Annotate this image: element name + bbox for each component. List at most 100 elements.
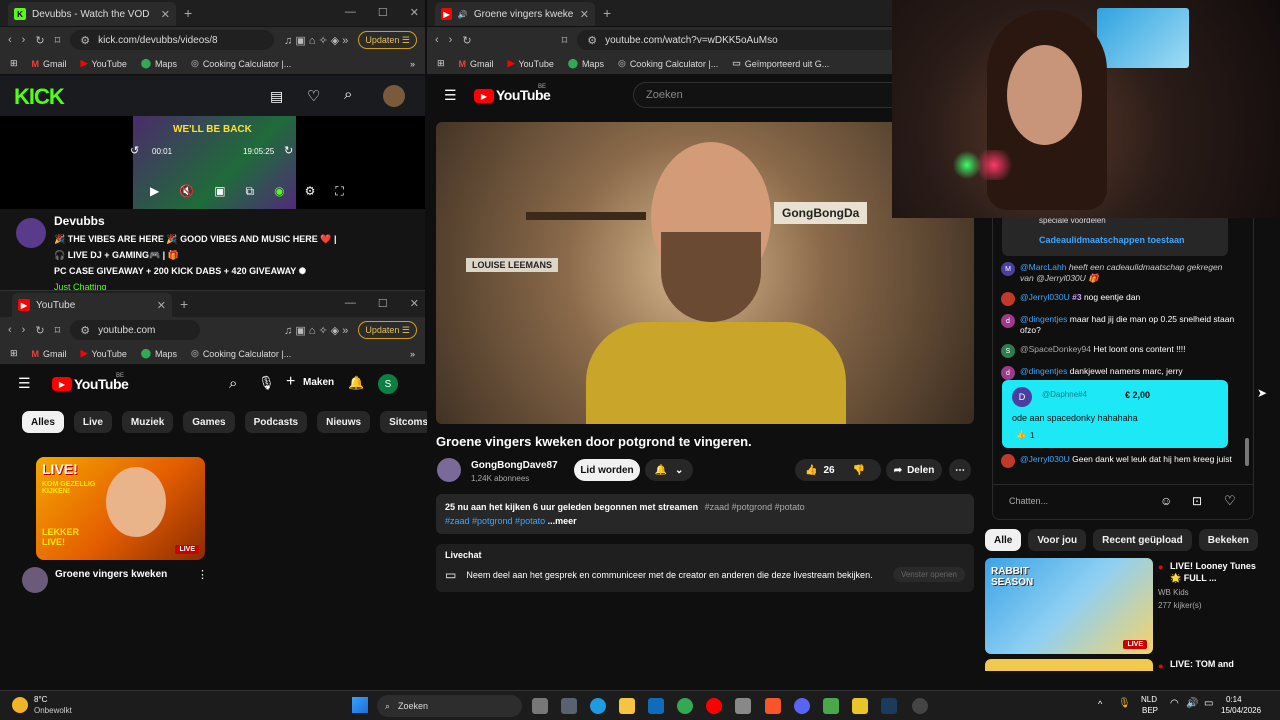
youtube-logo-icon[interactable]: ▶ <box>52 377 72 391</box>
obs-icon[interactable] <box>912 698 928 714</box>
discord-icon[interactable] <box>794 698 810 714</box>
kick-logo[interactable]: KICK <box>14 84 65 110</box>
forward-icon[interactable]: › <box>449 34 453 46</box>
yt-main-tab[interactable]: ▶ 🔊 Groene vingers kweken door ✕ <box>435 2 595 26</box>
superchat-like-icon[interactable]: 👍 <box>1016 430 1026 439</box>
create-label[interactable]: Maken <box>303 377 334 388</box>
kick-video-player[interactable]: WE'LL BE BACK ↺ 00:01 19:05:25 ↻ ▶ 🔇 ▣ ⧉… <box>0 116 425 209</box>
open-window-button[interactable]: Venster openen <box>892 567 965 582</box>
bookmark-icon[interactable]: ⌑ <box>55 34 61 47</box>
dislike-icon[interactable]: 👎 <box>853 465 865 476</box>
forward-icon[interactable]: › <box>22 34 26 46</box>
maximize-icon[interactable]: ☐ <box>378 6 388 19</box>
youtube-app-icon[interactable] <box>706 698 722 714</box>
menu-icon[interactable]: ☰ <box>18 375 31 392</box>
calculator-icon[interactable] <box>735 698 751 714</box>
desc-more[interactable]: ...meer <box>548 516 577 526</box>
chat-scrollbar[interactable] <box>1245 438 1249 466</box>
chip-podcasts[interactable]: Podcasts <box>244 411 308 433</box>
emoji-icon[interactable]: ☺ <box>1160 494 1172 508</box>
steam-icon[interactable] <box>881 698 897 714</box>
weather-desc[interactable]: Onbewolkt <box>34 706 72 715</box>
chrome-icon[interactable] <box>677 698 693 714</box>
desc-tags-2[interactable]: #zaad #potgrond #potato <box>445 516 545 526</box>
heart-icon[interactable]: ♡ <box>1224 493 1236 509</box>
like-icon[interactable]: 👍 <box>805 465 817 476</box>
weather-temp[interactable]: 8°C <box>34 695 47 704</box>
clock-date[interactable]: 15/04/2026 <box>1221 706 1261 715</box>
create-icon[interactable]: + <box>286 373 295 391</box>
site-info-icon[interactable]: ⚙ <box>80 324 90 337</box>
bookmark-icon[interactable]: ⌑ <box>562 34 568 47</box>
chat-input[interactable]: Chatten... ☺ ⊡ ♡ <box>993 484 1253 520</box>
chip-muziek[interactable]: Muziek <box>121 411 174 433</box>
related-chip-for-you[interactable]: Voor jou <box>1028 529 1087 551</box>
notifications-icon[interactable]: 🔔 <box>348 375 364 391</box>
notifications-button[interactable]: 🔔 ⌄ <box>645 459 693 481</box>
more-actions-icon[interactable]: ⋮ <box>197 568 208 581</box>
menu-icon[interactable]: ☰ <box>444 87 457 104</box>
search-input[interactable]: Zoeken <box>633 82 893 108</box>
bookmark-imported[interactable]: ▭ Geïmporteerd uit G... <box>732 58 829 69</box>
bookmark-gmail[interactable]: M Gmail <box>459 59 494 69</box>
start-icon[interactable] <box>352 697 368 713</box>
channel-name[interactable]: Devubbs <box>54 214 105 228</box>
live-icon[interactable]: ◉ <box>274 184 284 199</box>
bookmark-cooking[interactable]: ◎ Cooking Calculator |... <box>191 58 291 69</box>
clock-time[interactable]: 0:14 <box>1226 695 1242 704</box>
join-button[interactable]: Lid worden <box>574 459 640 481</box>
weather-icon[interactable] <box>12 697 28 713</box>
outlook-icon[interactable] <box>648 698 664 714</box>
account-avatar[interactable]: S <box>378 374 398 394</box>
audio-icon[interactable]: 🔊 <box>458 10 468 19</box>
bookmark-gmail[interactable]: M Gmail <box>32 349 67 359</box>
brave-icon[interactable] <box>765 698 781 714</box>
forward-icon[interactable]: › <box>22 324 26 336</box>
bookmark-youtube[interactable]: ▶ YouTube <box>508 58 554 69</box>
kick-tab[interactable]: K Devubbs - Watch the VOD on Ki ✕ <box>8 2 176 26</box>
apps-icon[interactable]: ⊞ <box>10 58 18 69</box>
superchat-icon[interactable]: ⊡ <box>1192 494 1202 508</box>
related-chip-watched[interactable]: Bekeken <box>1198 529 1258 551</box>
close-tab-icon[interactable]: ✕ <box>161 8 170 21</box>
back-icon[interactable]: ‹ <box>435 34 439 46</box>
back-icon[interactable]: ‹ <box>8 324 12 336</box>
yt-small-url-field[interactable]: ⚙ youtube.com <box>70 320 201 340</box>
bookmark-maps[interactable]: ⬤ Maps <box>141 58 177 69</box>
apps-icon[interactable]: ⊞ <box>10 348 18 359</box>
explorer-icon[interactable] <box>619 698 635 714</box>
kick-url-field[interactable]: ⚙ kick.com/devubbs/videos/8 <box>70 30 275 50</box>
related-thumbnail[interactable]: RABBIT SEASON LIVE <box>985 558 1153 654</box>
yt-small-tab[interactable]: ▶ YouTube ✕ <box>12 293 172 317</box>
extensions-icon[interactable]: ♫ ▣ ⌂ ✧ ◈ » <box>284 324 348 337</box>
bookmark-youtube[interactable]: ▶ YouTube <box>81 58 127 69</box>
reload-icon[interactable]: ↻ <box>35 324 44 337</box>
settings-icon[interactable]: ⚙ <box>305 184 316 199</box>
yt-small-thumbnail[interactable]: LIVE! KOM GEZELLIG KIJKEN! LEKKER LIVE! … <box>36 457 205 560</box>
more-actions-button[interactable]: ⋯ <box>949 459 971 481</box>
related-title[interactable]: LIVE! Looney Tunes 🌟 FULL ... <box>1170 560 1260 584</box>
video-title[interactable]: Groene vingers kweken <box>55 569 167 580</box>
desc-tags-1[interactable]: #zaad #potgrond #potato <box>705 502 805 512</box>
battery-icon[interactable]: ▭ <box>1204 698 1213 709</box>
miniplayer-icon[interactable]: ▣ <box>214 184 225 199</box>
gift-link[interactable]: Cadeaulidmaatschappen toestaan <box>1039 235 1185 245</box>
clip-icon[interactable]: ⧉ <box>246 184 255 199</box>
store-icon[interactable] <box>561 698 577 714</box>
more-bookmarks-icon[interactable]: » <box>410 59 415 69</box>
site-info-icon[interactable]: ⚙ <box>80 34 90 47</box>
new-tab-icon[interactable]: + <box>180 296 188 312</box>
heart-icon[interactable]: ♡ <box>307 87 320 105</box>
lang-top[interactable]: NLD <box>1141 695 1157 704</box>
bookmark-maps[interactable]: ⬤ Maps <box>141 348 177 359</box>
taskview-icon[interactable] <box>532 698 548 714</box>
related-thumbnail-2[interactable] <box>985 659 1153 671</box>
close-window-icon[interactable]: ✕ <box>410 297 419 310</box>
maximize-icon[interactable]: ☐ <box>378 297 388 310</box>
minimize-icon[interactable]: — <box>345 297 356 310</box>
taskbar-search[interactable]: ⌕ Zoeken <box>377 695 522 717</box>
volume-icon[interactable]: 🔊 <box>1186 698 1198 709</box>
apps-icon[interactable]: ⊞ <box>437 58 445 69</box>
bookmark-cooking[interactable]: ◎ Cooking Calculator |... <box>618 58 718 69</box>
reload-icon[interactable]: ↻ <box>462 34 471 47</box>
